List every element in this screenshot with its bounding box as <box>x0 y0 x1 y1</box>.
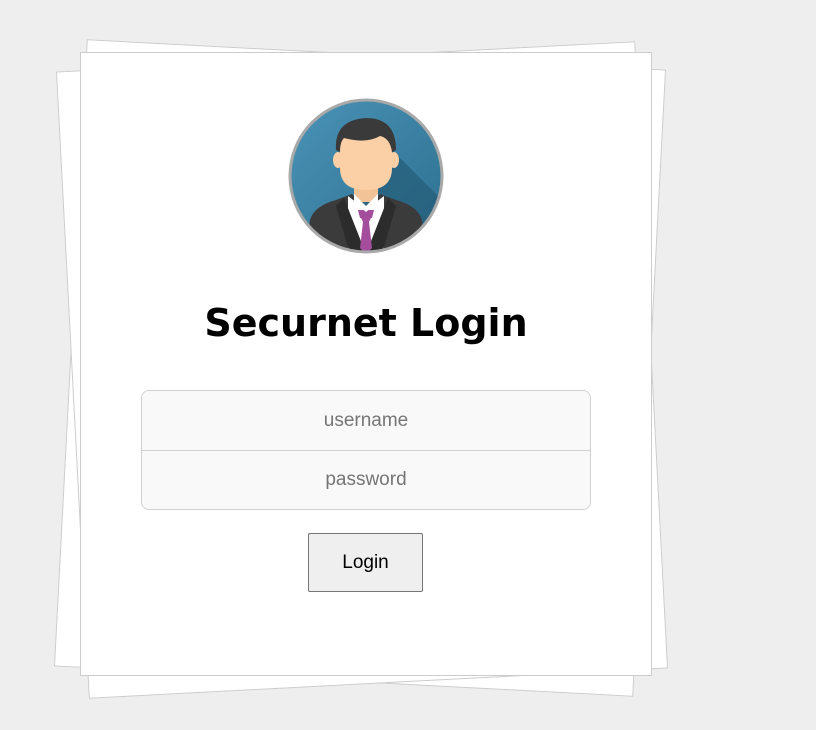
businessman-avatar-icon <box>288 98 444 254</box>
username-input[interactable] <box>142 391 590 450</box>
login-page: Securnet Login Login <box>0 0 816 730</box>
password-input[interactable] <box>142 450 590 509</box>
login-card: Securnet Login Login <box>80 52 652 676</box>
login-button[interactable]: Login <box>308 533 423 592</box>
page-title: Securnet Login <box>204 301 528 345</box>
login-form-fields <box>141 390 591 510</box>
